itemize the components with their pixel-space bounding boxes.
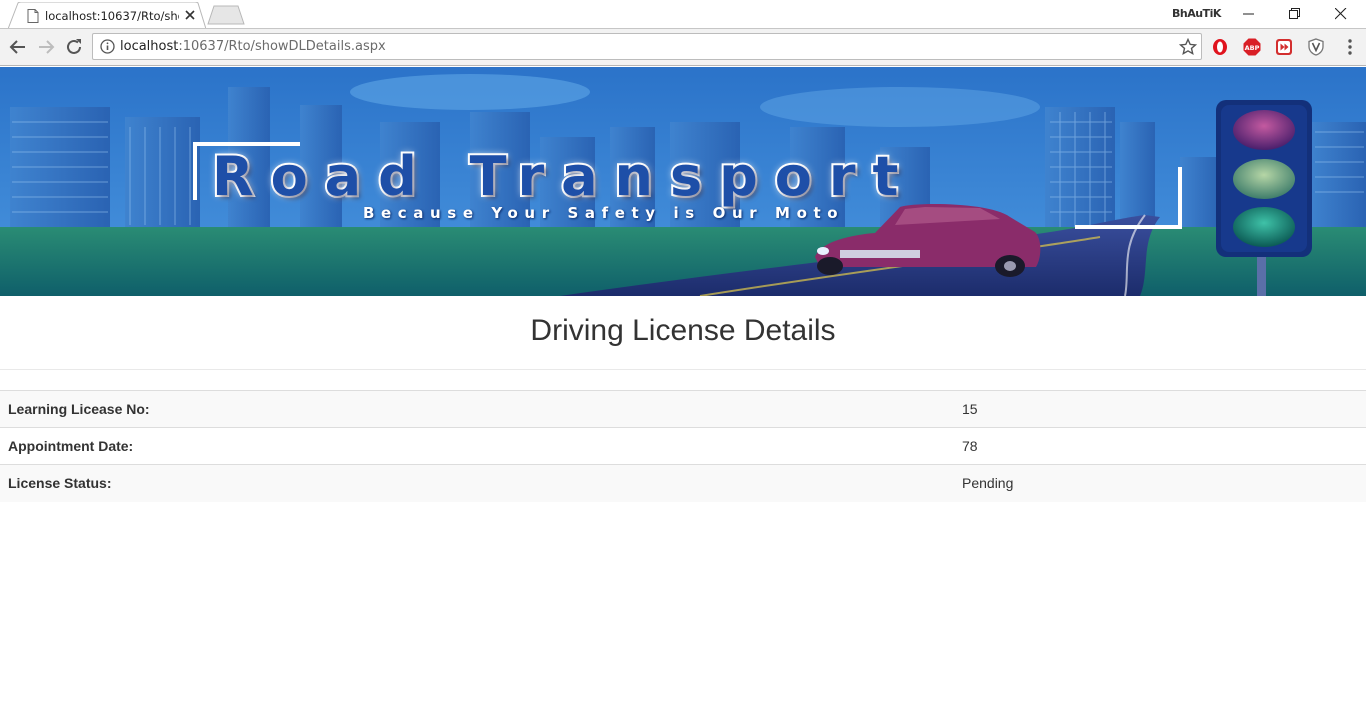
restore-button[interactable]: [1272, 0, 1318, 28]
row-label: Appointment Date:: [8, 438, 134, 454]
back-icon[interactable]: [7, 36, 29, 58]
new-tab-button[interactable]: [207, 5, 245, 25]
row-label: License Status:: [8, 475, 112, 492]
row-value: 78: [962, 438, 978, 454]
menu-icon[interactable]: [1341, 38, 1359, 56]
page-title: Driving License Details: [530, 314, 836, 347]
address-bar[interactable]: localhost:10637/Rto/showDLDetails.aspx: [92, 33, 1202, 60]
url-host: localhost: [120, 39, 179, 54]
site-banner: Road Transport Because Your Safety is Ou…: [0, 67, 1366, 296]
table-row: License Status: Pending: [0, 464, 1366, 502]
shield-icon[interactable]: [1307, 38, 1325, 56]
svg-text:ABP: ABP: [1245, 44, 1260, 52]
banner-title: Road Transport: [210, 143, 916, 210]
banner-tagline: Because Your Safety is Our Moto: [363, 204, 845, 222]
forward-icon[interactable]: [35, 36, 57, 58]
license-details-table: Learning Licease No: 15 Appointment Date…: [0, 390, 1366, 502]
video-icon[interactable]: [1275, 38, 1293, 56]
page-icon: [27, 9, 39, 23]
profile-name[interactable]: BhAuTiK: [1172, 7, 1221, 20]
row-label: Learning Licease No:: [8, 401, 150, 417]
close-icon[interactable]: [182, 7, 198, 23]
url-path: :10637/Rto/showDLDetails.aspx: [178, 39, 386, 54]
restore-icon: [1289, 8, 1300, 19]
minimize-button[interactable]: [1226, 0, 1272, 28]
row-value: 15: [962, 401, 978, 417]
url-text[interactable]: localhost:10637/Rto/showDLDetails.aspx: [120, 39, 386, 54]
browser-tab[interactable]: localhost:10637/Rto/showDLDetails.aspx: [8, 2, 206, 29]
info-icon[interactable]: [100, 39, 115, 54]
reload-icon[interactable]: [63, 36, 85, 58]
row-value: Pending: [962, 475, 1014, 492]
table-row: Appointment Date: 78: [0, 427, 1366, 465]
browser-toolbar: localhost:10637/Rto/showDLDetails.aspx A…: [0, 29, 1366, 66]
tab-strip: localhost:10637/Rto/showDLDetails.aspx B…: [0, 0, 1366, 29]
window-close-button[interactable]: [1318, 0, 1364, 28]
tab-title: localhost:10637/Rto/showDLDetails.aspx: [45, 9, 179, 23]
divider: [0, 369, 1366, 370]
adblock-icon[interactable]: ABP: [1243, 38, 1261, 56]
table-row: Learning Licease No: 15: [0, 390, 1366, 428]
window-close-icon: [1335, 8, 1347, 20]
opera-icon[interactable]: [1211, 38, 1229, 56]
star-icon[interactable]: [1179, 38, 1197, 56]
minimize-icon: [1243, 13, 1254, 15]
